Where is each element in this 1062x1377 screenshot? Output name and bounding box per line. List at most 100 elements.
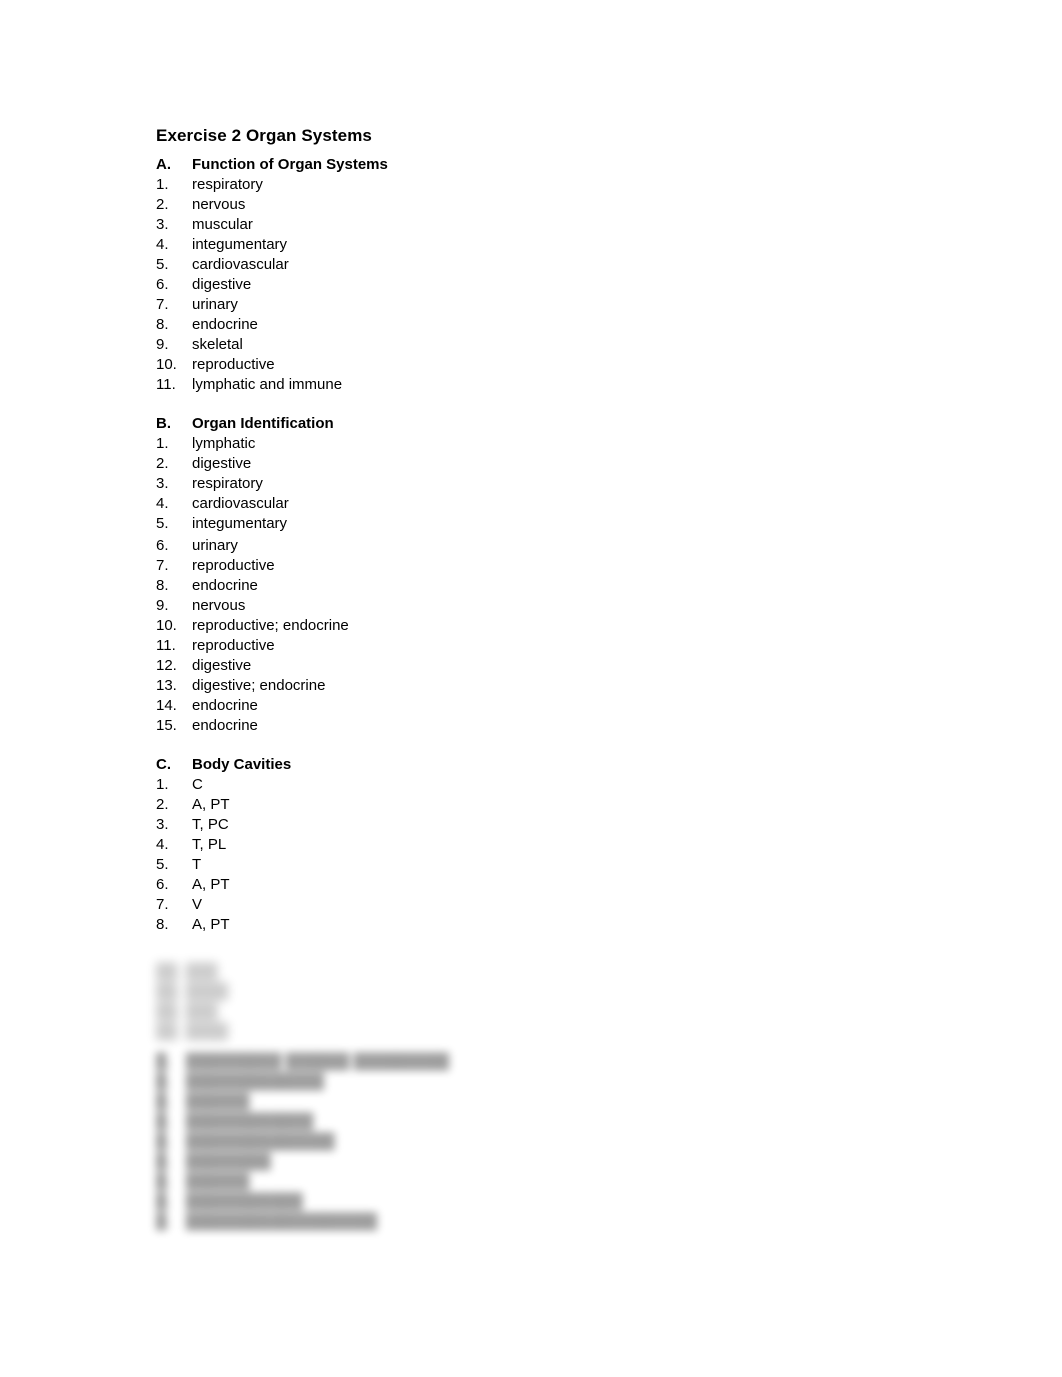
item-number: 2. (156, 196, 169, 213)
item-number: 9. (156, 597, 169, 614)
section-body-cavities: C. Body Cavities 1. C 2. A, PT 3. T, PC 4. T… (156, 755, 956, 935)
item-number: 8. (156, 577, 169, 594)
item-number: 11. (156, 637, 176, 654)
section-title-b: Organ Identification (192, 415, 334, 432)
item-number: 3. (156, 816, 169, 833)
item-answer: V (192, 896, 203, 913)
obscured-line: █. ██████ (156, 1173, 250, 1190)
list-item: 14. endocrine (156, 696, 956, 716)
item-answer: C (192, 776, 203, 793)
item-answer: digestive (192, 455, 252, 472)
item-number: 7. (156, 896, 169, 913)
obscured-line: █. ████████ (156, 1153, 271, 1170)
item-number: 8. (156, 916, 169, 933)
item-number: 1. (156, 435, 169, 452)
list-item: 7. reproductive (156, 556, 956, 576)
item-answer: reproductive (192, 356, 275, 373)
list-item: 4. T, PL (156, 835, 956, 855)
item-number: 1. (156, 176, 169, 193)
item-number: 2. (156, 455, 169, 472)
item-answer: digestive (192, 657, 252, 674)
list-item: 2. digestive (156, 454, 956, 474)
list-item: 9. skeletal (156, 335, 956, 355)
item-number: 3. (156, 216, 169, 233)
item-answer: integumentary (192, 515, 288, 532)
item-answer: urinary (192, 296, 238, 313)
item-answer: digestive; endocrine (192, 677, 326, 694)
document-body: Exercise 2 Organ Systems A. Function of … (156, 125, 956, 935)
item-answer: nervous (192, 196, 246, 213)
item-number: 14. (156, 697, 177, 714)
list-item: 2. nervous (156, 195, 956, 215)
section-title-a: Function of Organ Systems (192, 156, 388, 173)
item-answer: integumentary (192, 236, 288, 253)
answer-list-a: 1. respiratory 2. nervous 3. muscular 4. int… (156, 175, 956, 395)
item-number: 7. (156, 296, 169, 313)
list-item: 7. urinary (156, 295, 956, 315)
item-answer: cardiovascular (192, 495, 289, 512)
list-item: 6. digestive (156, 275, 956, 295)
list-item: 8. endocrine (156, 576, 956, 596)
list-item: 1. C (156, 775, 956, 795)
item-number: 10. (156, 356, 177, 373)
list-item: 1. respiratory (156, 175, 956, 195)
item-answer: T, PL (192, 836, 227, 853)
item-number: 9. (156, 336, 169, 353)
item-number: 5. (156, 256, 169, 273)
item-answer: A, PT (192, 916, 230, 933)
list-item: 8. A, PT (156, 915, 956, 935)
section-heading-a: A. Function of Organ Systems (156, 155, 956, 175)
list-item: 3. T, PC (156, 815, 956, 835)
item-number: 5. (156, 515, 169, 532)
list-item: 11. lymphatic and immune (156, 375, 956, 395)
obscured-line: █. ██████████████████ (156, 1213, 378, 1230)
item-number: 6. (156, 876, 169, 893)
list-item: 6. urinary (156, 536, 956, 556)
item-number: 2. (156, 796, 169, 813)
item-answer: A, PT (192, 796, 230, 813)
obscured-line: ██. ████ (156, 983, 229, 1000)
item-answer: muscular (192, 216, 253, 233)
section-marker-c: C. (156, 756, 171, 773)
section-function-of-organ-systems: A. Function of Organ Systems 1. respirato… (156, 155, 956, 395)
obscured-line: █. ██████ (156, 1093, 250, 1110)
item-answer: urinary (192, 537, 238, 554)
obscured-section-heading: █. █████████ ██████ █████████ (156, 1053, 450, 1070)
item-number: 6. (156, 537, 169, 554)
obscured-line: ██. ████ (156, 1023, 229, 1040)
answer-list-b: 1. lymphatic 2. digestive 3. respiratory 4.… (156, 434, 956, 736)
item-answer: skeletal (192, 336, 243, 353)
list-item: 1. lymphatic (156, 434, 956, 454)
section-heading-c: C. Body Cavities (156, 755, 956, 775)
item-number: 3. (156, 475, 169, 492)
list-item: 10. reproductive (156, 355, 956, 375)
section-marker-b: B. (156, 415, 171, 432)
list-item: 12. digestive (156, 656, 956, 676)
item-answer: reproductive; endocrine (192, 617, 349, 634)
page-title: Exercise 2 Organ Systems (156, 126, 372, 145)
item-number: 13. (156, 677, 177, 694)
item-answer: respiratory (192, 176, 263, 193)
list-item: 3. muscular (156, 215, 956, 235)
item-answer: lymphatic and immune (192, 376, 343, 393)
list-item: 10. reproductive; endocrine (156, 616, 956, 636)
answer-list-c: 1. C 2. A, PT 3. T, PC 4. T, PL 5. T 6. A, PT … (156, 775, 956, 935)
section-heading-b: B. Organ Identification (156, 414, 956, 434)
item-number: 12. (156, 657, 177, 674)
list-item: 13. digestive; endocrine (156, 676, 956, 696)
list-item: 5. T (156, 855, 956, 875)
list-item: 4. cardiovascular (156, 494, 956, 514)
item-answer: respiratory (192, 475, 263, 492)
list-item: 8. endocrine (156, 315, 956, 335)
item-answer: reproductive (192, 637, 275, 654)
item-answer: T, PC (192, 816, 229, 833)
list-item: 11. reproductive (156, 636, 956, 656)
item-number: 1. (156, 776, 169, 793)
obscured-line: ██. ███ (156, 1003, 218, 1020)
item-number: 11. (156, 376, 176, 393)
item-answer: endocrine (192, 717, 258, 734)
item-number: 10. (156, 617, 177, 634)
list-item: 4. integumentary (156, 235, 956, 255)
